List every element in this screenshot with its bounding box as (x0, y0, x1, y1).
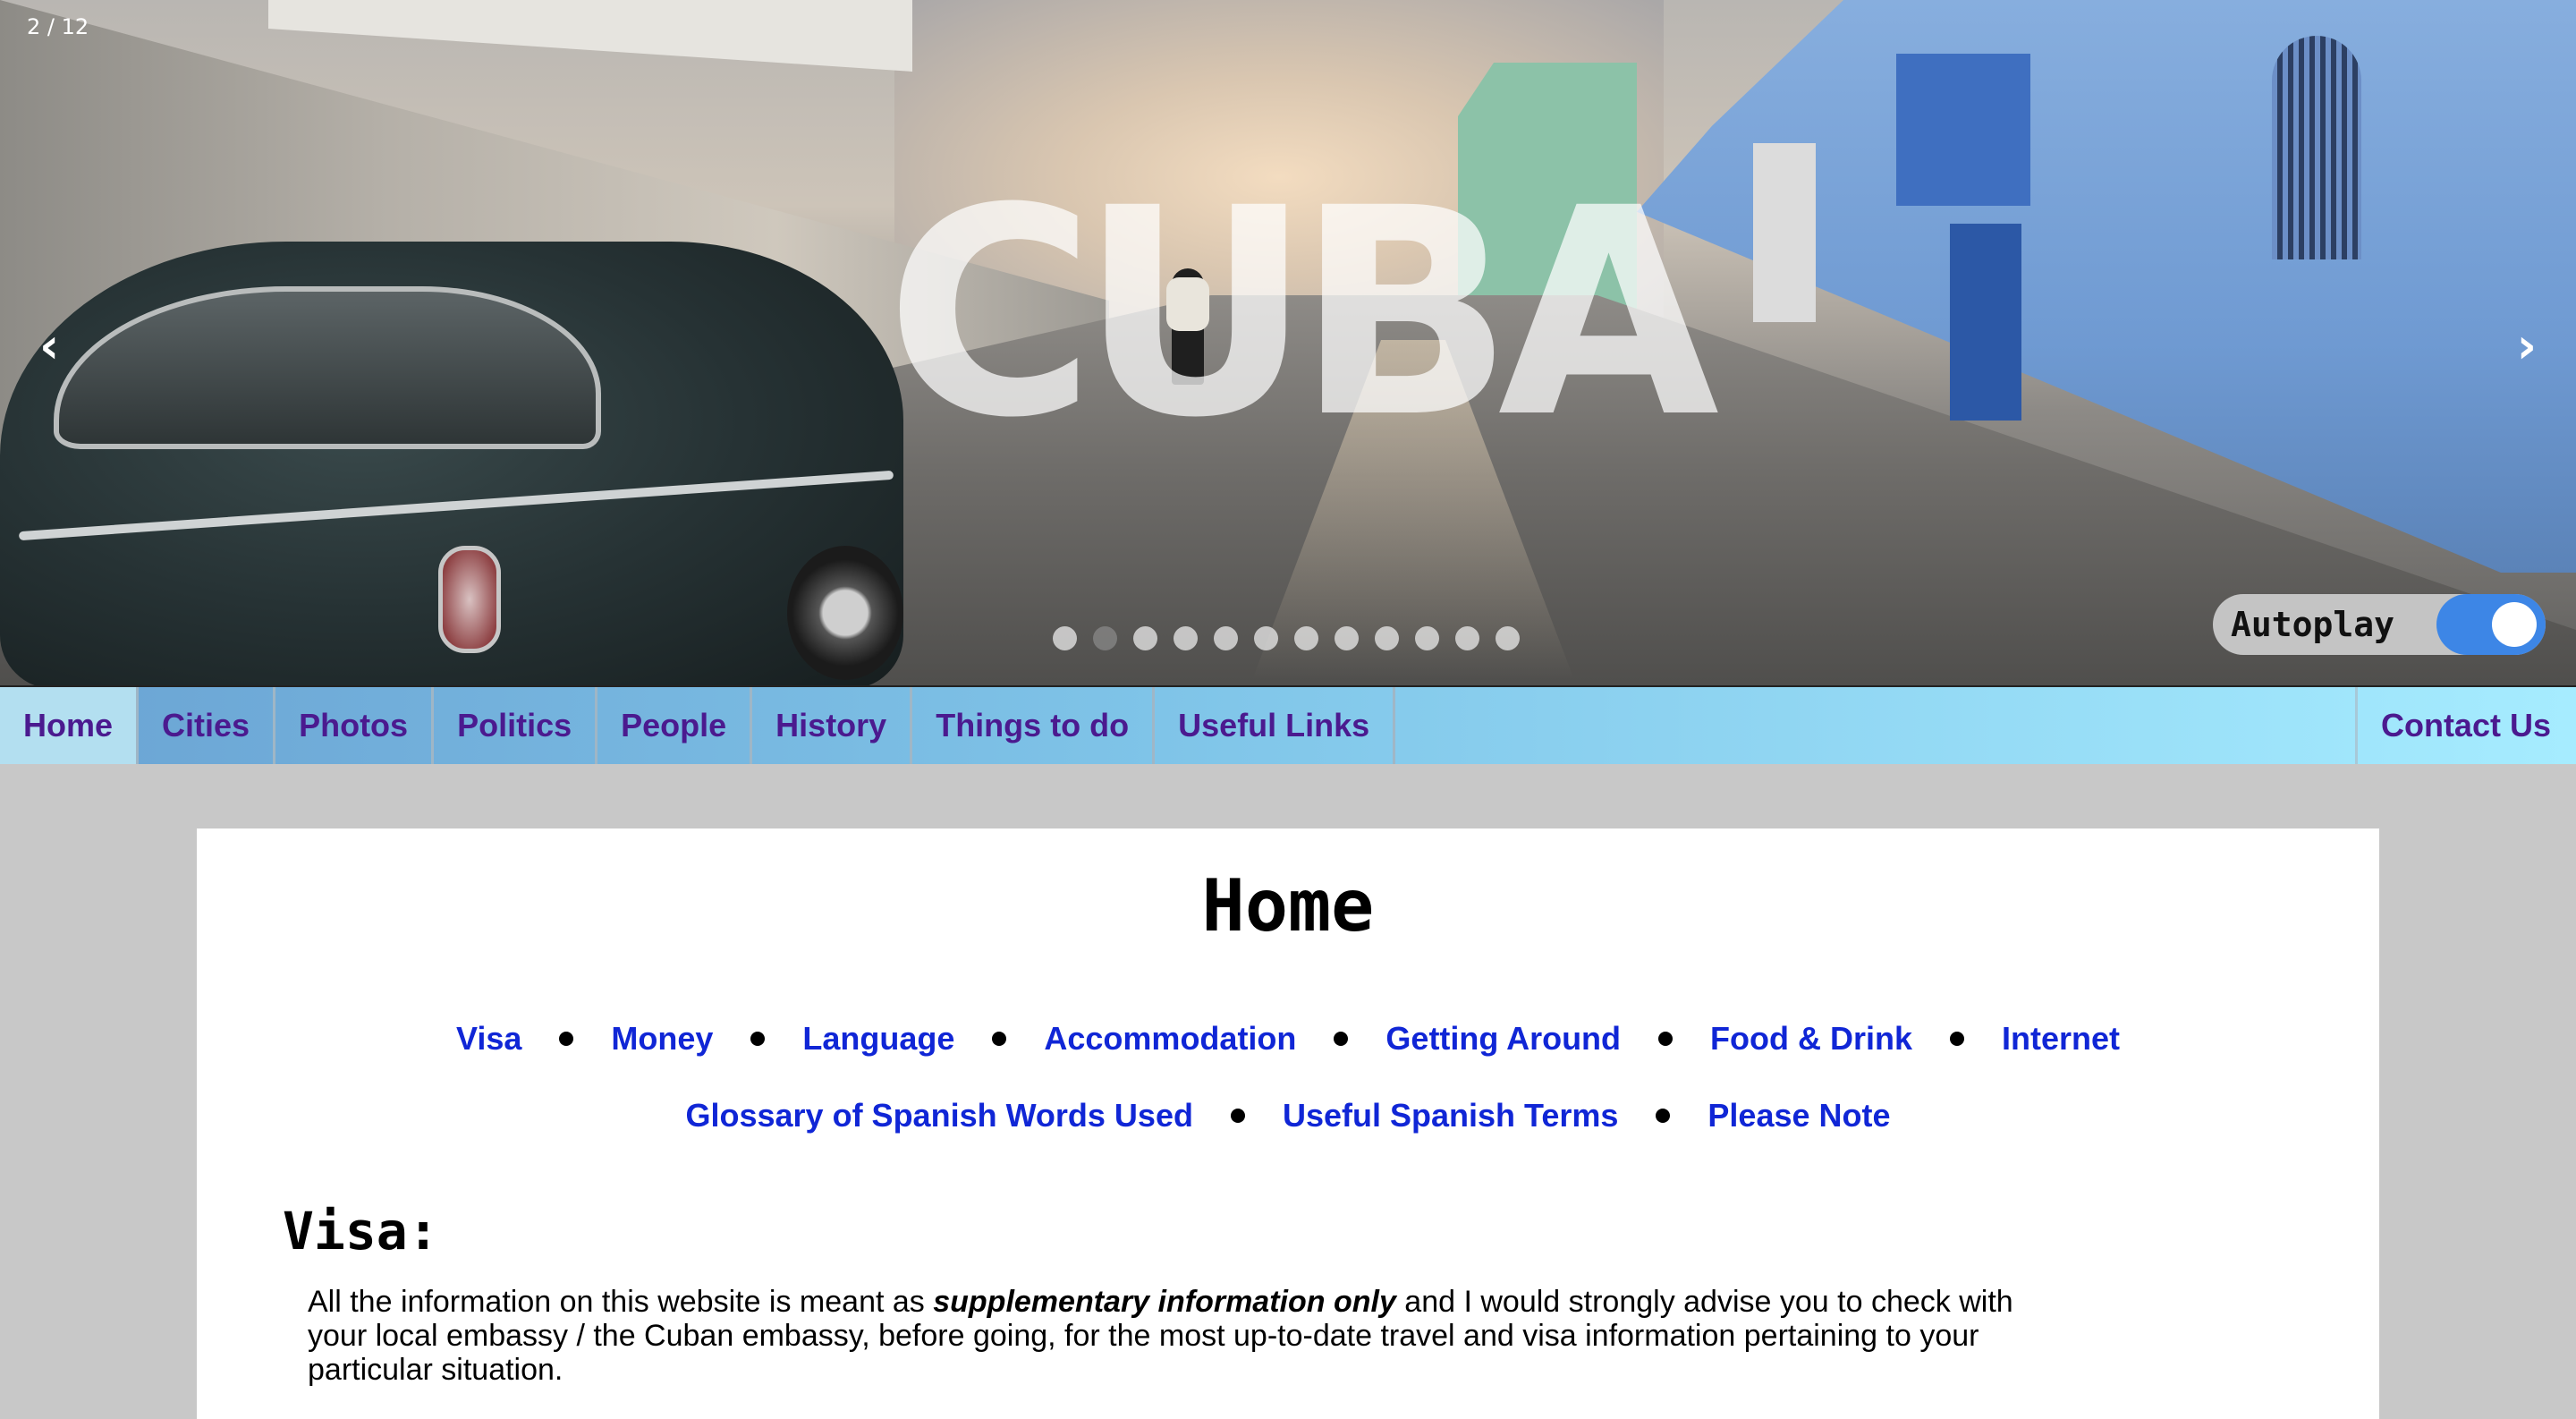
nav-item-things-to-do[interactable]: Things to do (912, 687, 1156, 764)
slide-dot[interactable] (1053, 626, 1077, 650)
slide-dot[interactable] (1133, 626, 1157, 650)
autoplay-control[interactable]: Autoplay (2213, 594, 2546, 655)
section-link[interactable]: Language (802, 1020, 954, 1058)
prev-slide-arrow-icon[interactable]: ‹ (39, 318, 59, 374)
autoplay-label: Autoplay (2231, 605, 2395, 644)
slide-dot[interactable] (1455, 626, 1479, 650)
bullet-separator-icon (1658, 1032, 1674, 1046)
visa-paragraph: All the information on this website is m… (308, 1285, 2061, 1387)
section-heading-visa: Visa: (283, 1201, 439, 1262)
nav-item-people[interactable]: People (597, 687, 753, 764)
nav-item-history[interactable]: History (752, 687, 913, 764)
main-nav: Home Cities Photos Politics People Histo… (0, 687, 2576, 764)
nav-item-cities[interactable]: Cities (139, 687, 276, 764)
slide-car-taillight (438, 546, 501, 653)
section-link[interactable]: Please Note (1707, 1097, 1890, 1134)
section-link[interactable]: Visa (456, 1020, 521, 1058)
bullet-separator-icon (1230, 1109, 1245, 1123)
next-slide-arrow-icon[interactable]: › (2517, 318, 2537, 374)
slide-window-grille (2272, 36, 2361, 259)
slide-dot[interactable] (1093, 626, 1117, 650)
bullet-separator-icon (559, 1032, 574, 1046)
slide-title-overlay: CUBA (886, 148, 1719, 480)
page-title: Home (1201, 864, 1375, 947)
bullet-separator-icon (1950, 1032, 1965, 1046)
bullet-separator-icon (1334, 1032, 1349, 1046)
bullet-separator-icon (992, 1032, 1007, 1046)
section-links-row-1: Visa Money Language Accommodation Getting Ar… (197, 1020, 2379, 1058)
slide-dot[interactable] (1294, 626, 1318, 650)
section-link[interactable]: Accommodation (1044, 1020, 1296, 1058)
section-link[interactable]: Money (611, 1020, 713, 1058)
bullet-separator-icon (750, 1032, 766, 1046)
hero-slideshow: CUBA 2 / 12 ‹ › Autoplay (0, 0, 2576, 687)
content-panel: Home Visa Money Language Accommodation Getti… (197, 828, 2379, 1419)
nav-item-useful-links[interactable]: Useful Links (1155, 687, 1396, 764)
slide-dot[interactable] (1174, 626, 1198, 650)
slide-dot[interactable] (1415, 626, 1439, 650)
slide-blue-door (1950, 224, 2021, 421)
section-link[interactable]: Internet (2002, 1020, 2120, 1058)
slide-blue-shutter (1896, 54, 2030, 206)
section-links-row-2: Glossary of Spanish Words Used Useful Spa… (197, 1097, 2379, 1134)
slide-dot[interactable] (1375, 626, 1399, 650)
slide-dot[interactable] (1254, 626, 1278, 650)
slide-left-roof (268, 0, 912, 72)
slide-car-wheel (787, 546, 903, 680)
nav-item-contact-us[interactable]: Contact Us (2354, 687, 2576, 764)
slide-dot[interactable] (1214, 626, 1238, 650)
visa-paragraph-emphasis: supplementary information only (933, 1285, 1396, 1319)
autoplay-toggle[interactable] (2436, 594, 2546, 655)
section-link[interactable]: Getting Around (1385, 1020, 1621, 1058)
nav-item-photos[interactable]: Photos (275, 687, 435, 764)
slide-white-panel (1753, 143, 1816, 322)
visa-paragraph-text-start: All the information on this website is m… (308, 1285, 934, 1319)
section-link[interactable]: Food & Drink (1710, 1020, 1912, 1058)
toggle-knob (2492, 602, 2537, 647)
slide-dots (1053, 626, 1520, 650)
bullet-separator-icon (1656, 1109, 1671, 1123)
slide-dot[interactable] (1335, 626, 1359, 650)
nav-item-home[interactable]: Home (0, 687, 140, 764)
slide-dot[interactable] (1496, 626, 1520, 650)
nav-item-politics[interactable]: Politics (434, 687, 598, 764)
section-link[interactable]: Glossary of Spanish Words Used (685, 1097, 1192, 1134)
section-link[interactable]: Useful Spanish Terms (1283, 1097, 1618, 1134)
slide-counter: 2 / 12 (27, 14, 89, 39)
